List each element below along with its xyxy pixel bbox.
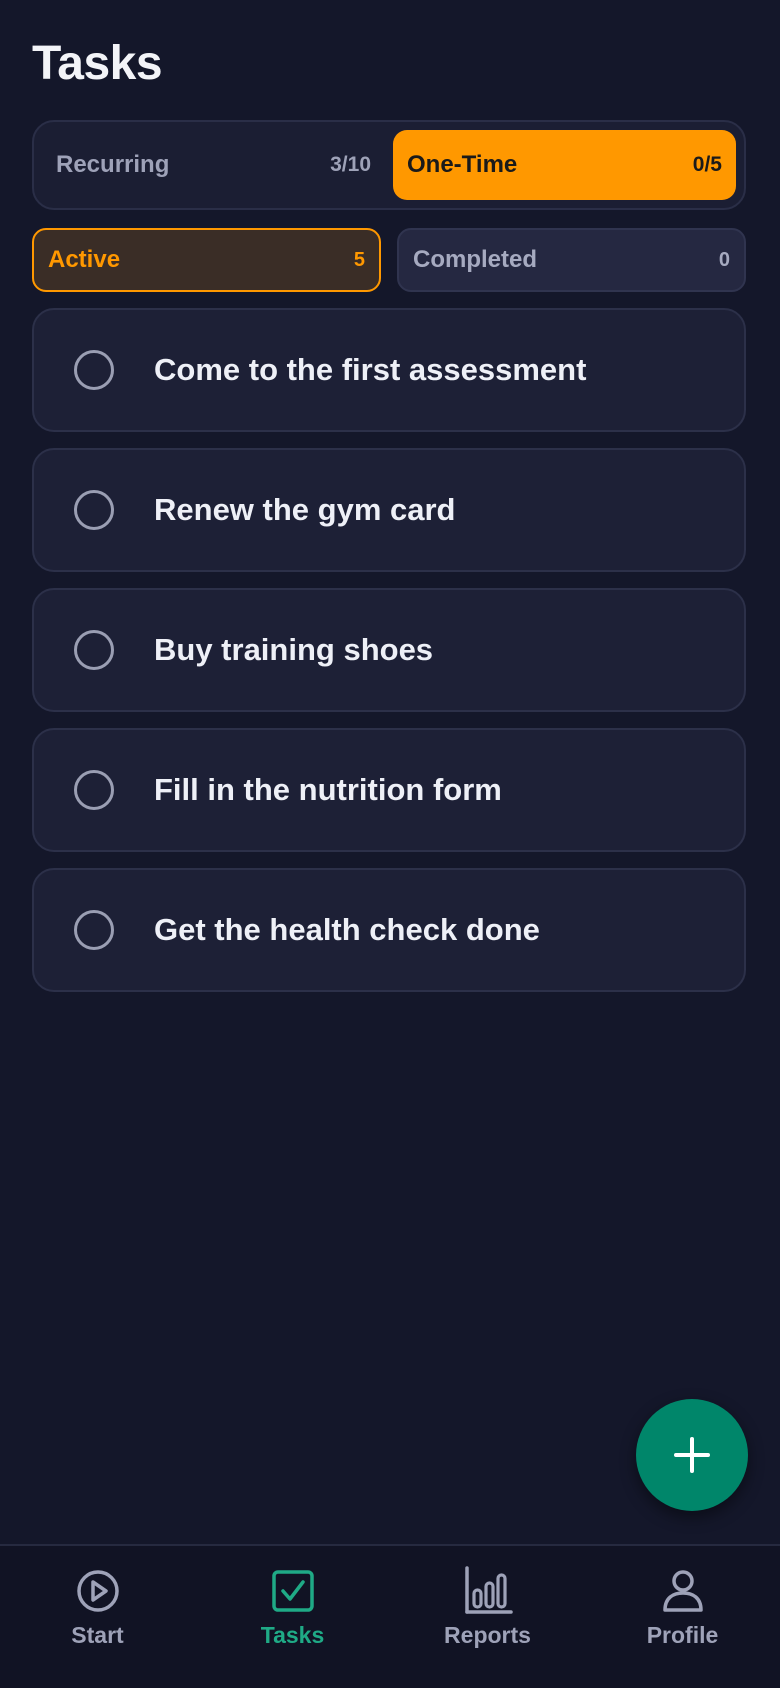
nav-reports-label: Reports [444, 1622, 531, 1648]
task-checkbox[interactable] [74, 770, 114, 810]
task-item[interactable]: Buy training shoes [32, 588, 746, 712]
filter-active-label: Active [48, 246, 121, 273]
nav-start[interactable]: Start [0, 1546, 195, 1688]
tab-recurring-count: 3/10 [330, 153, 371, 176]
task-item[interactable]: Get the health check done [32, 868, 746, 992]
add-task-button[interactable] [636, 1399, 748, 1511]
task-label: Buy training shoes [154, 632, 434, 667]
task-checkbox[interactable] [74, 490, 114, 530]
nav-tasks-label: Tasks [260, 1622, 325, 1648]
nav-start-label: Start [71, 1622, 124, 1648]
page-title: Tasks [32, 37, 163, 90]
filter-active[interactable]: Active 5 [32, 228, 381, 292]
task-item[interactable]: Renew the gym card [32, 448, 746, 572]
task-checkbox[interactable] [74, 630, 114, 670]
play-circle-icon [76, 1570, 119, 1612]
task-label: Get the health check done [154, 912, 540, 947]
tab-one-time-count: 0/5 [692, 153, 722, 176]
task-checkbox[interactable] [74, 910, 114, 950]
tab-recurring-label: Recurring [56, 151, 170, 178]
task-label: Fill in the nutrition form [154, 772, 502, 807]
bottom-nav: Start Tasks Reports Profile [0, 1544, 780, 1688]
status-filter: Active 5 Completed 0 [32, 228, 746, 292]
filter-active-count: 5 [353, 248, 365, 271]
tab-recurring[interactable]: Recurring 3/10 [42, 130, 385, 200]
bar-chart-icon [464, 1566, 513, 1614]
task-label: Come to the first assessment [154, 352, 587, 387]
task-checkbox[interactable] [74, 350, 114, 390]
nav-profile-label: Profile [646, 1622, 719, 1648]
nav-tasks[interactable]: Tasks [195, 1546, 390, 1688]
task-label: Renew the gym card [154, 492, 456, 527]
person-icon [662, 1570, 703, 1612]
nav-reports[interactable]: Reports [390, 1546, 585, 1688]
task-type-toggle: Recurring 3/10 One-Time 0/5 [32, 120, 746, 210]
task-item[interactable]: Come to the first assessment [32, 308, 746, 432]
task-item[interactable]: Fill in the nutrition form [32, 728, 746, 852]
tab-one-time-label: One-Time [407, 151, 518, 178]
plus-icon [674, 1437, 710, 1473]
tab-one-time[interactable]: One-Time 0/5 [393, 130, 736, 200]
filter-completed[interactable]: Completed 0 [397, 228, 746, 292]
filter-completed-count: 0 [718, 248, 730, 271]
task-list: Come to the first assessment Renew the g… [32, 308, 746, 992]
checkbox-icon [271, 1570, 314, 1612]
nav-profile[interactable]: Profile [585, 1546, 780, 1688]
filter-completed-label: Completed [413, 246, 538, 273]
